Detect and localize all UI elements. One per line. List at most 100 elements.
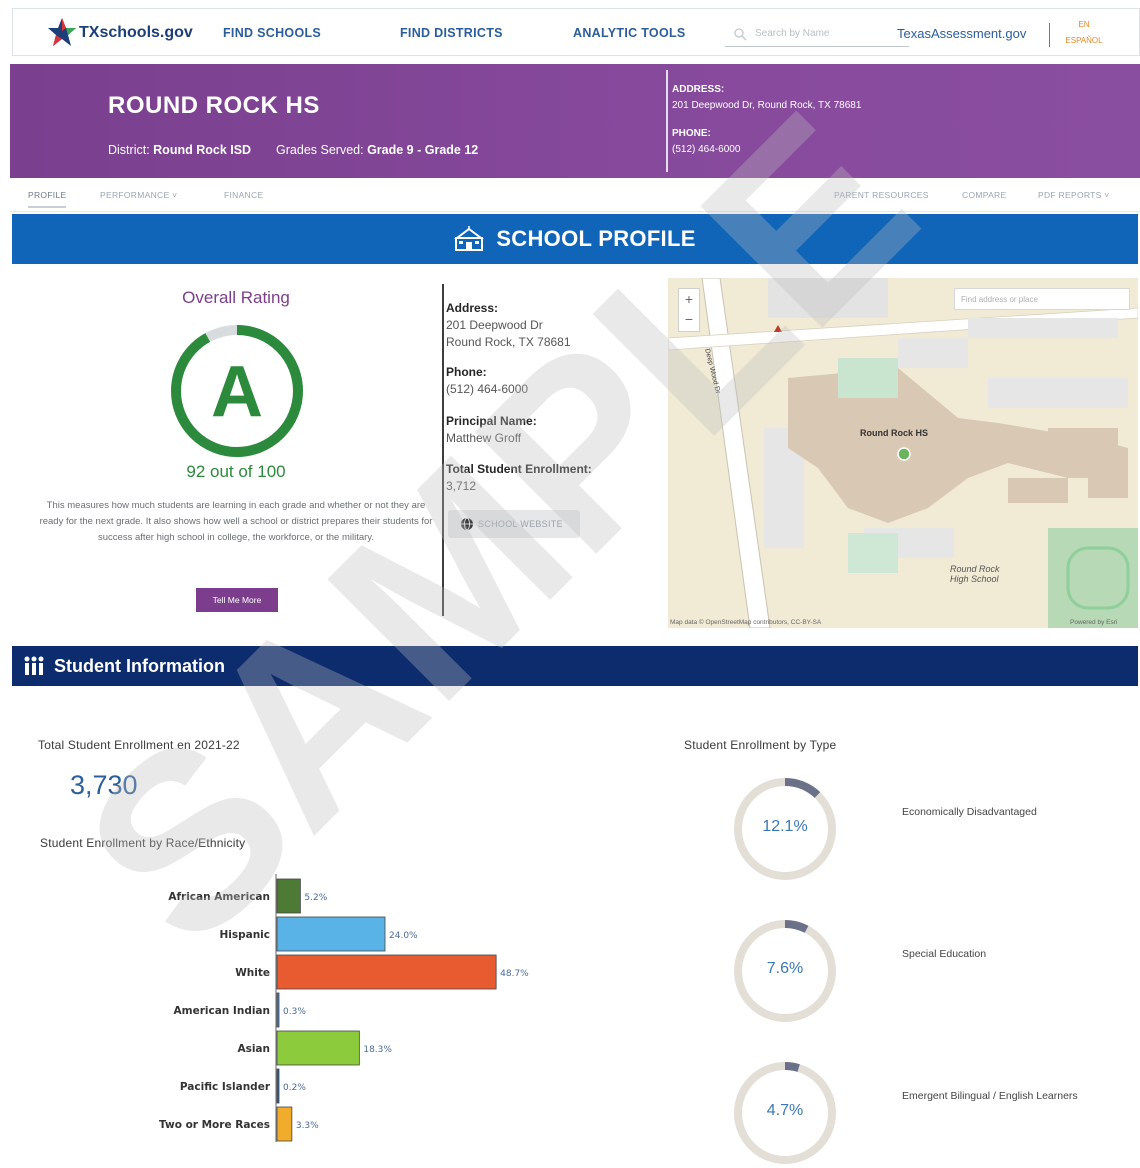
rating-score: 92 out of 100 (186, 462, 286, 481)
bar-category-label: American Indian (174, 1005, 270, 1017)
enrollment-type-donut: 12.1% (730, 774, 840, 884)
grades-value: Grade 9 - Grade 12 (367, 143, 479, 157)
donut-label: Emergent Bilingual / English Learners (902, 1090, 1078, 1102)
school-name: ROUND ROCK HS (108, 92, 320, 119)
bar (276, 954, 497, 990)
school-map[interactable]: + − Find address or place Round Rock HS … (668, 278, 1138, 628)
divider (442, 284, 444, 616)
phone-value: (512) 464-6000 (446, 382, 529, 396)
donut-label: Economically Disadvantaged (902, 806, 1037, 818)
bar (276, 878, 301, 914)
search-input[interactable]: Search by Name (725, 21, 909, 47)
district-label: District: (108, 143, 150, 157)
school-website-button[interactable]: SCHOOL WEBSITE (448, 510, 580, 538)
bar-value-label: 48.7% (500, 969, 529, 979)
district-value[interactable]: Round Rock ISD (153, 143, 251, 157)
total-enrollment-value: 3,730 (70, 770, 138, 800)
race-ethnicity-title: Student Enrollment by Race/Ethnicity (40, 836, 246, 850)
principal-label: Principal Name: (446, 414, 537, 428)
bar-value-label: 5.2% (304, 893, 327, 903)
school-profile-banner: SCHOOL PROFILE (12, 214, 1138, 264)
rating-ring: A (171, 325, 303, 457)
map-search-input[interactable]: Find address or place (954, 288, 1130, 310)
texas-assessment-link[interactable]: TexasAssessment.gov (897, 26, 1026, 41)
hero-address-label: ADDRESS: (672, 84, 725, 95)
search-icon (734, 27, 747, 40)
enrollment-label: Total Student Enrollment: (446, 462, 592, 476)
enrollment-type-donut: 4.7% (730, 1058, 840, 1168)
bar-category-label: Hispanic (219, 929, 270, 941)
bar-category-label: Pacific Islander (180, 1081, 271, 1093)
globe-icon (461, 517, 473, 531)
tab-finance[interactable]: FINANCE (224, 190, 263, 200)
texas-star-icon (48, 18, 76, 46)
bar (276, 1106, 293, 1142)
overall-rating-title: Overall Rating (182, 288, 290, 307)
bar-value-label: 24.0% (389, 931, 418, 941)
divider (666, 70, 668, 172)
bar (276, 916, 386, 952)
enrollment-value: 3,712 (446, 479, 477, 493)
bar-category-label: Two or More Races (159, 1119, 270, 1131)
divider (1049, 23, 1050, 47)
enrollment-by-type-title: Student Enrollment by Type (684, 738, 837, 752)
bar-value-label: 0.3% (283, 1007, 306, 1017)
student-information-title: Student Information (54, 655, 225, 676)
map-esri-credit: Powered by Esri (1070, 619, 1118, 626)
bar (276, 1030, 360, 1066)
map-campus-label: Round Rock High School (950, 564, 1000, 584)
school-profile-title: SCHOOL PROFILE (496, 226, 696, 251)
student-information-banner: Student Information (12, 646, 1138, 686)
school-building-icon (454, 226, 485, 251)
school-header: ROUND ROCK HS District: Round Rock ISD G… (10, 64, 1140, 178)
bar-category-label: White (235, 967, 270, 979)
logo-text: TXschools.gov (79, 24, 193, 41)
zoom-out-button[interactable]: − (679, 309, 699, 329)
donut-value: 7.6% (766, 960, 804, 977)
tell-me-more-button[interactable]: Tell Me More (196, 588, 278, 612)
tab-parent-resources[interactable]: PARENT RESOURCES (834, 190, 929, 200)
enrollment-type-donut: 7.6% (730, 916, 840, 1026)
donut-label: Special Education (902, 948, 987, 960)
rating-description: This measures how much students are lear… (39, 500, 433, 543)
donut-value: 4.7% (766, 1102, 804, 1119)
tab-performance[interactable]: PERFORMANCE ˅ (100, 190, 177, 200)
tab-pdf-reports[interactable]: PDF REPORTS ˅ (1038, 190, 1110, 200)
total-enrollment-label: Total Student Enrollment en 2021-22 (38, 738, 240, 752)
lang-en[interactable]: EN (1063, 17, 1105, 33)
bar-value-label: 3.3% (296, 1121, 319, 1131)
grades-label: Grades Served: (276, 143, 364, 157)
bar-value-label: 0.2% (283, 1083, 306, 1093)
donut-value: 12.1% (762, 818, 808, 835)
school-meta: District: Round Rock ISD Grades Served: … (108, 143, 478, 157)
bar (276, 1068, 280, 1104)
bar-category-label: African American (168, 891, 270, 903)
search-placeholder: Search by Name (755, 28, 830, 39)
site-logo[interactable]: TXschools.gov (47, 17, 193, 49)
language-toggle[interactable]: EN ESPAÑOL (1063, 17, 1105, 49)
nav-find-schools[interactable]: FIND SCHOOLS (223, 26, 321, 40)
people-icon (24, 656, 44, 675)
hero-address-value: 201 Deepwood Dr, Round Rock, TX 78681 (672, 100, 862, 111)
nav-analytic-tools[interactable]: ANALYTIC TOOLS (573, 26, 686, 40)
tab-compare[interactable]: COMPARE (962, 190, 1006, 200)
address-line1: 201 Deepwood Dr (446, 318, 543, 332)
tab-profile[interactable]: PROFILE (28, 190, 67, 208)
address-label: Address: (446, 301, 499, 315)
zoom-in-button[interactable]: + (679, 289, 699, 309)
map-credit: Map data © OpenStreetMap contributors, C… (670, 619, 822, 626)
hero-phone-value: (512) 464-6000 (672, 144, 741, 155)
address-line2: Round Rock, TX 78681 (446, 335, 571, 349)
principal-value: Matthew Groff (446, 431, 522, 445)
nav-find-districts[interactable]: FIND DISTRICTS (400, 26, 503, 40)
bar-value-label: 18.3% (363, 1045, 392, 1055)
map-school-label: Round Rock HS (860, 428, 929, 438)
lang-es[interactable]: ESPAÑOL (1063, 33, 1105, 49)
rating-letter: A (211, 352, 263, 432)
school-website-label: SCHOOL WEBSITE (478, 519, 563, 529)
bar (276, 992, 280, 1028)
map-zoom-control[interactable]: + − (678, 288, 700, 332)
map-canvas[interactable] (668, 278, 1138, 628)
phone-label: Phone: (446, 365, 487, 379)
race-ethnicity-bar-chart: African American 5.2% Hispanic 24.0% White 48… (159, 874, 529, 1142)
